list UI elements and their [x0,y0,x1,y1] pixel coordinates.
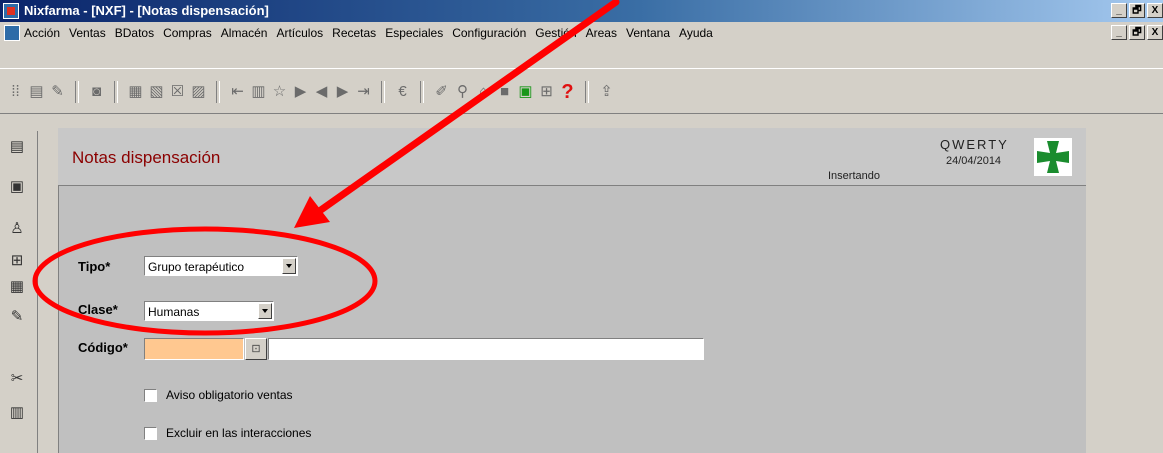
menu-articulos[interactable]: Artículos [276,26,323,40]
menu-especiales[interactable]: Especiales [385,26,443,40]
minimize-button[interactable]: _ [1111,3,1127,18]
document-icon[interactable]: ▣ [9,178,25,196]
drawer-icon[interactable]: ▤ [9,138,25,156]
arrow-right-icon[interactable]: ▶ [335,83,350,101]
next-page-icon[interactable]: ▶ [293,83,308,101]
toolbar-separator [75,81,79,103]
menu-accion[interactable]: Acción [24,26,60,40]
aviso-label: Aviso obligatorio ventas [166,388,293,402]
excluir-label: Excluir en las interacciones [166,426,312,440]
pill-icon[interactable]: ✎ [9,308,25,326]
clase-select[interactable]: Humanas [144,301,274,321]
first-record-icon[interactable]: ⇤ [230,83,245,101]
codigo-label: Código* [78,340,128,355]
page-title: Notas dispensación [72,148,221,167]
toolbar-separator [114,81,118,103]
help-icon[interactable]: ? [560,82,575,102]
menu-ventana[interactable]: Ventana [626,26,670,40]
edit-icon[interactable]: ✎ [50,83,65,101]
chevron-down-icon[interactable] [258,303,272,319]
home-icon[interactable]: ⌂ [476,83,491,101]
lookup-button[interactable]: ⊡ [245,338,267,360]
cart-icon[interactable]: ⊞ [9,252,25,270]
search-icon[interactable]: ⚲ [455,83,470,101]
pharmacy-cross-icon [1034,138,1072,176]
mdi-document-icon[interactable] [4,25,20,41]
mdi-minimize-button[interactable]: _ [1111,25,1127,40]
app-icon[interactable] [3,3,19,19]
menu-gestion[interactable]: Gestión [535,26,576,40]
clipboard-icon[interactable]: ▣ [518,83,533,101]
stop-icon[interactable]: ■ [497,83,512,101]
menu-configuracion[interactable]: Configuración [452,26,526,40]
date-text: 24/04/2014 [946,155,1002,167]
clase-label: Clase* [78,302,118,317]
window-controls: _ 🗗 X [1111,3,1163,18]
window-title: Nixfarma - [NXF] - [Notas dispensación] [24,3,269,18]
descripcion-input[interactable] [268,338,704,360]
menu-recetas[interactable]: Recetas [332,26,376,40]
toolbar-separator [381,81,385,103]
euro-icon[interactable]: € [395,83,410,101]
disk-icon[interactable]: ◙ [89,83,104,101]
left-divider [37,131,38,453]
person-icon[interactable]: ♙ [9,220,25,238]
menu-ayuda[interactable]: Ayuda [679,26,713,40]
form-header: Notas dispensación Insertando QWERTY 24/… [58,128,1086,186]
tipo-value: Grupo terapéutico [148,260,245,274]
chevron-down-icon[interactable] [282,258,296,274]
mdi-restore-button[interactable]: 🗗 [1129,25,1145,40]
menu-bdatos[interactable]: BDatos [115,26,154,40]
user-name: QWERTY [940,137,1009,152]
star-icon[interactable]: ☆ [272,83,287,101]
toolbar-separator [420,81,424,103]
restore-button[interactable]: 🗗 [1129,3,1145,18]
status-text: Insertando [828,170,880,182]
notes-icon[interactable]: ▤ [29,83,44,101]
arrow-left-icon[interactable]: ◀ [314,83,329,101]
binoculars-icon: ⊡ [251,343,261,355]
menu-areas[interactable]: Areas [586,26,617,40]
copy-icon[interactable]: ▦ [128,83,143,101]
last-record-icon[interactable]: ⇥ [356,83,371,101]
delete-document-icon[interactable]: ☒ [170,83,185,101]
title-bar: Nixfarma - [NXF] - [Notas dispensación] … [0,0,1163,22]
tipo-label: Tipo* [78,259,111,274]
brush-icon[interactable]: ✐ [434,83,449,101]
factory-icon[interactable]: ▦ [9,278,25,296]
grid-icon[interactable]: ⁞⁞ [8,83,23,101]
menu-items: Acción Ventas BDatos Compras Almacén Art… [24,26,713,40]
scissors-icon[interactable]: ✂ [9,370,25,388]
toolbar-separator [216,81,220,103]
export-icon[interactable]: ⇪ [599,83,614,101]
clase-value: Humanas [148,305,200,319]
aviso-checkbox[interactable] [144,389,157,402]
menu-almacen[interactable]: Almacén [221,26,268,40]
menu-ventas[interactable]: Ventas [69,26,106,40]
print-preview-icon[interactable]: ▨ [191,83,206,101]
list-icon[interactable]: ▥ [251,83,266,101]
terminal-icon[interactable]: ▥ [9,404,25,422]
cart-icon[interactable]: ⊞ [539,83,554,101]
mdi-controls: _ 🗗 X [1111,25,1163,40]
mdi-close-button[interactable]: X [1147,25,1163,40]
excluir-checkbox[interactable] [144,427,157,440]
tipo-select[interactable]: Grupo terapéutico [144,256,298,276]
close-button[interactable]: X [1147,3,1163,18]
main-toolbar: ⁞⁞ ▤ ✎ ◙ ▦ ▧ ☒ ▨ ⇤ ▥ ☆ ▶ ◀ ▶ ⇥ € ✐ ⚲ ⌂ ■… [0,68,1163,114]
menu-compras[interactable]: Compras [163,26,212,40]
left-toolbar: ▤ ▣ ♙ ⊞ ▦ ✎ ✂ ▥ [0,132,30,453]
codigo-input[interactable] [144,338,244,360]
document-edit-icon[interactable]: ▧ [149,83,164,101]
toolbar-separator [585,81,589,103]
